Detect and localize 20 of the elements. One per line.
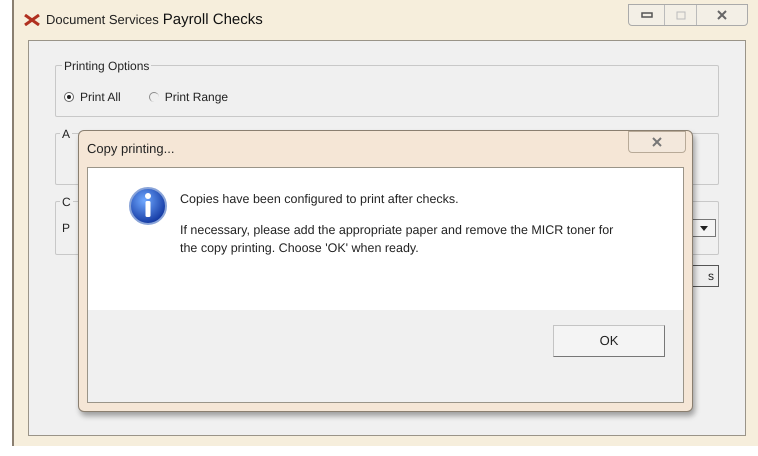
radio-option[interactable]: Print Range [148,88,228,106]
ok-button[interactable]: OK [553,325,665,357]
minimize-icon [640,12,652,18]
close-button[interactable] [628,131,686,153]
field-label: P [62,220,70,237]
message-text: Copies have been configured to print after checks. [180,191,460,208]
maximize-icon [676,10,686,20]
detail-text: If necessary, please add the appropriate paper and remove the MICR toner for the copy printing. Choose 'OK' when ready. [180,222,614,257]
window-title-prefix: Document Services [46,11,159,30]
app-icon [24,14,40,26]
radio-button[interactable] [148,92,159,102]
info-icon [128,186,168,226]
radio-button[interactable] [64,92,74,102]
window-title: Payroll Checks [162,10,263,30]
radio-option[interactable]: Print All [64,88,121,106]
dropdown-field[interactable] [692,219,716,237]
close-icon [716,10,728,20]
dialog-title: Copy printing... [87,140,174,158]
dropdown-arrow-icon [700,226,708,230]
close-icon [651,137,663,147]
